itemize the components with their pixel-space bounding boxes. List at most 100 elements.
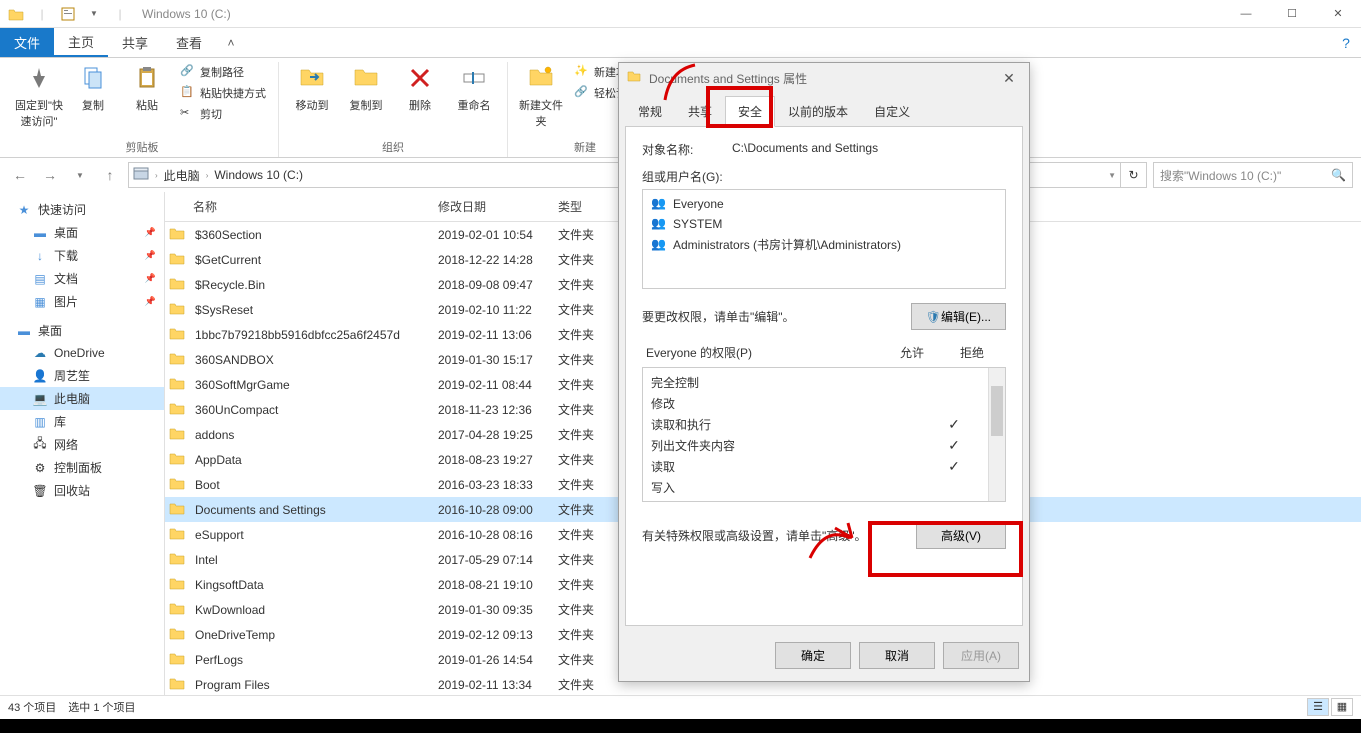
paste-button[interactable]: 粘贴: [122, 62, 172, 113]
new-item-icon: ✨: [574, 64, 590, 80]
tab-view[interactable]: 查看: [162, 28, 216, 57]
col-name[interactable]: 名称: [165, 192, 430, 221]
dialog-title-bar[interactable]: Documents and Settings 属性 ✕: [619, 63, 1029, 93]
file-type: 文件夹: [550, 349, 610, 370]
folder-icon: [169, 551, 187, 569]
rename-button[interactable]: 重命名: [449, 62, 499, 113]
close-button[interactable]: ✕: [1315, 0, 1361, 28]
rename-icon: [460, 66, 488, 94]
sidebar-downloads[interactable]: ↓下载📌: [0, 244, 164, 267]
tab-share[interactable]: 共享: [108, 28, 162, 57]
qat-divider2: |: [108, 3, 132, 25]
apply-button[interactable]: 应用(A): [943, 642, 1019, 669]
sidebar-desktop[interactable]: ▬桌面📌: [0, 221, 164, 244]
advanced-hint: 有关特殊权限或高级设置，请单击"高级"。: [642, 527, 916, 544]
allow-check: [879, 395, 929, 412]
file-date: 2019-01-26 14:54: [430, 651, 550, 669]
ribbon-tabs: 文件 主页 共享 查看 ˄ ?: [0, 28, 1361, 58]
group-name: Everyone: [673, 197, 724, 211]
history-dropdown[interactable]: ▼: [68, 163, 92, 187]
sidebar-onedrive[interactable]: ☁OneDrive: [0, 342, 164, 364]
file-type: 文件夹: [550, 449, 610, 470]
folder-icon: [627, 70, 643, 86]
move-icon: [298, 66, 326, 94]
breadcrumb-sep: ›: [155, 171, 158, 180]
forward-button[interactable]: →: [38, 163, 62, 187]
copy-path-button[interactable]: 🔗复制路径: [176, 62, 270, 82]
search-input[interactable]: 搜索"Windows 10 (C:)" 🔍: [1153, 162, 1353, 188]
view-icons-button[interactable]: ▦: [1331, 698, 1353, 716]
tab-home[interactable]: 主页: [54, 28, 108, 57]
refresh-button[interactable]: ↻: [1121, 162, 1147, 188]
tab-file[interactable]: 文件: [0, 28, 54, 57]
back-button[interactable]: ←: [8, 163, 32, 187]
sidebar-this-pc[interactable]: 💻此电脑: [0, 387, 164, 410]
groups-list[interactable]: 👥Everyone👥SYSTEM👥Administrators (书房计算机\A…: [642, 189, 1006, 289]
tab-sharing[interactable]: 共享: [675, 96, 725, 127]
file-name: $GetCurrent: [187, 251, 430, 269]
folder-icon: [169, 601, 187, 619]
help-icon[interactable]: ?: [1331, 28, 1361, 57]
delete-button[interactable]: 删除: [395, 62, 445, 113]
sidebar-control-panel[interactable]: ⚙控制面板: [0, 456, 164, 479]
copy-button[interactable]: 复制: [68, 62, 118, 113]
allow-check: [879, 458, 929, 475]
sidebar-quick-access[interactable]: ★快速访问: [0, 198, 164, 221]
file-name: $SysReset: [187, 301, 430, 319]
new-folder-button[interactable]: 新建文件夹: [516, 62, 566, 129]
col-date[interactable]: 修改日期: [430, 192, 550, 221]
folder-icon: [169, 501, 187, 519]
folder-icon: [169, 326, 187, 344]
file-date: 2016-03-23 18:33: [430, 476, 550, 494]
edit-button[interactable]: 🛡编辑(E)...: [911, 303, 1006, 330]
dialog-close-button[interactable]: ✕: [997, 70, 1021, 87]
move-to-button[interactable]: 移动到: [287, 62, 337, 113]
sidebar-network[interactable]: 🖧网络: [0, 433, 164, 456]
minimize-button[interactable]: —: [1223, 0, 1269, 28]
cancel-button[interactable]: 取消: [859, 642, 935, 669]
folder-icon: [169, 576, 187, 594]
scrollbar[interactable]: [988, 368, 1005, 501]
folder-icon: [169, 376, 187, 394]
sidebar-documents[interactable]: ▤文档📌: [0, 267, 164, 290]
file-type: 文件夹: [550, 549, 610, 570]
breadcrumb-pc[interactable]: 此电脑: [164, 167, 200, 184]
qat-dropdown-icon[interactable]: ▼: [82, 3, 106, 25]
maximize-button[interactable]: ☐: [1269, 0, 1315, 28]
shield-icon: 🛡: [926, 310, 941, 324]
advanced-button[interactable]: 高级(V): [916, 522, 1006, 549]
ok-button[interactable]: 确定: [775, 642, 851, 669]
up-button[interactable]: ↑: [98, 163, 122, 187]
paste-shortcut-button[interactable]: 📋粘贴快捷方式: [176, 83, 270, 103]
sidebar-user[interactable]: 👤周艺笙: [0, 364, 164, 387]
group-item[interactable]: 👥Administrators (书房计算机\Administrators): [647, 234, 1001, 255]
pin-to-quick-access-button[interactable]: 固定到"快速访问": [14, 62, 64, 129]
file-name: KingsoftData: [187, 576, 430, 594]
sidebar-pictures[interactable]: ▦图片📌: [0, 290, 164, 313]
tab-security[interactable]: 安全: [725, 96, 775, 127]
cut-button[interactable]: ✂剪切: [176, 104, 270, 124]
scrollbar-thumb[interactable]: [991, 386, 1003, 436]
deny-check: [929, 479, 979, 496]
sidebar-recycle[interactable]: 🗑回收站: [0, 479, 164, 502]
address-dropdown[interactable]: ▼: [1108, 171, 1116, 180]
col-type[interactable]: 类型: [550, 192, 610, 221]
file-date: 2016-10-28 08:16: [430, 526, 550, 544]
group-item[interactable]: 👥Everyone: [647, 194, 1001, 214]
view-details-button[interactable]: ☰: [1307, 698, 1329, 716]
copy-icon: [79, 66, 107, 94]
breadcrumb-drive[interactable]: Windows 10 (C:): [214, 168, 303, 182]
qat-properties-icon[interactable]: [56, 3, 80, 25]
file-name: 360SoftMgrGame: [187, 376, 430, 394]
folder-icon: [169, 651, 187, 669]
copy-to-button[interactable]: 复制到: [341, 62, 391, 113]
easy-access-icon: 🔗: [574, 85, 590, 101]
sidebar-desktop2[interactable]: ▬桌面: [0, 319, 164, 342]
tab-customize[interactable]: 自定义: [861, 96, 923, 127]
ribbon-expand-icon[interactable]: ˄: [216, 28, 246, 57]
tab-previous-versions[interactable]: 以前的版本: [775, 96, 861, 127]
tab-general[interactable]: 常规: [625, 96, 675, 127]
group-item[interactable]: 👥SYSTEM: [647, 214, 1001, 234]
sidebar-libraries[interactable]: ▥库: [0, 410, 164, 433]
file-name: PerfLogs: [187, 651, 430, 669]
